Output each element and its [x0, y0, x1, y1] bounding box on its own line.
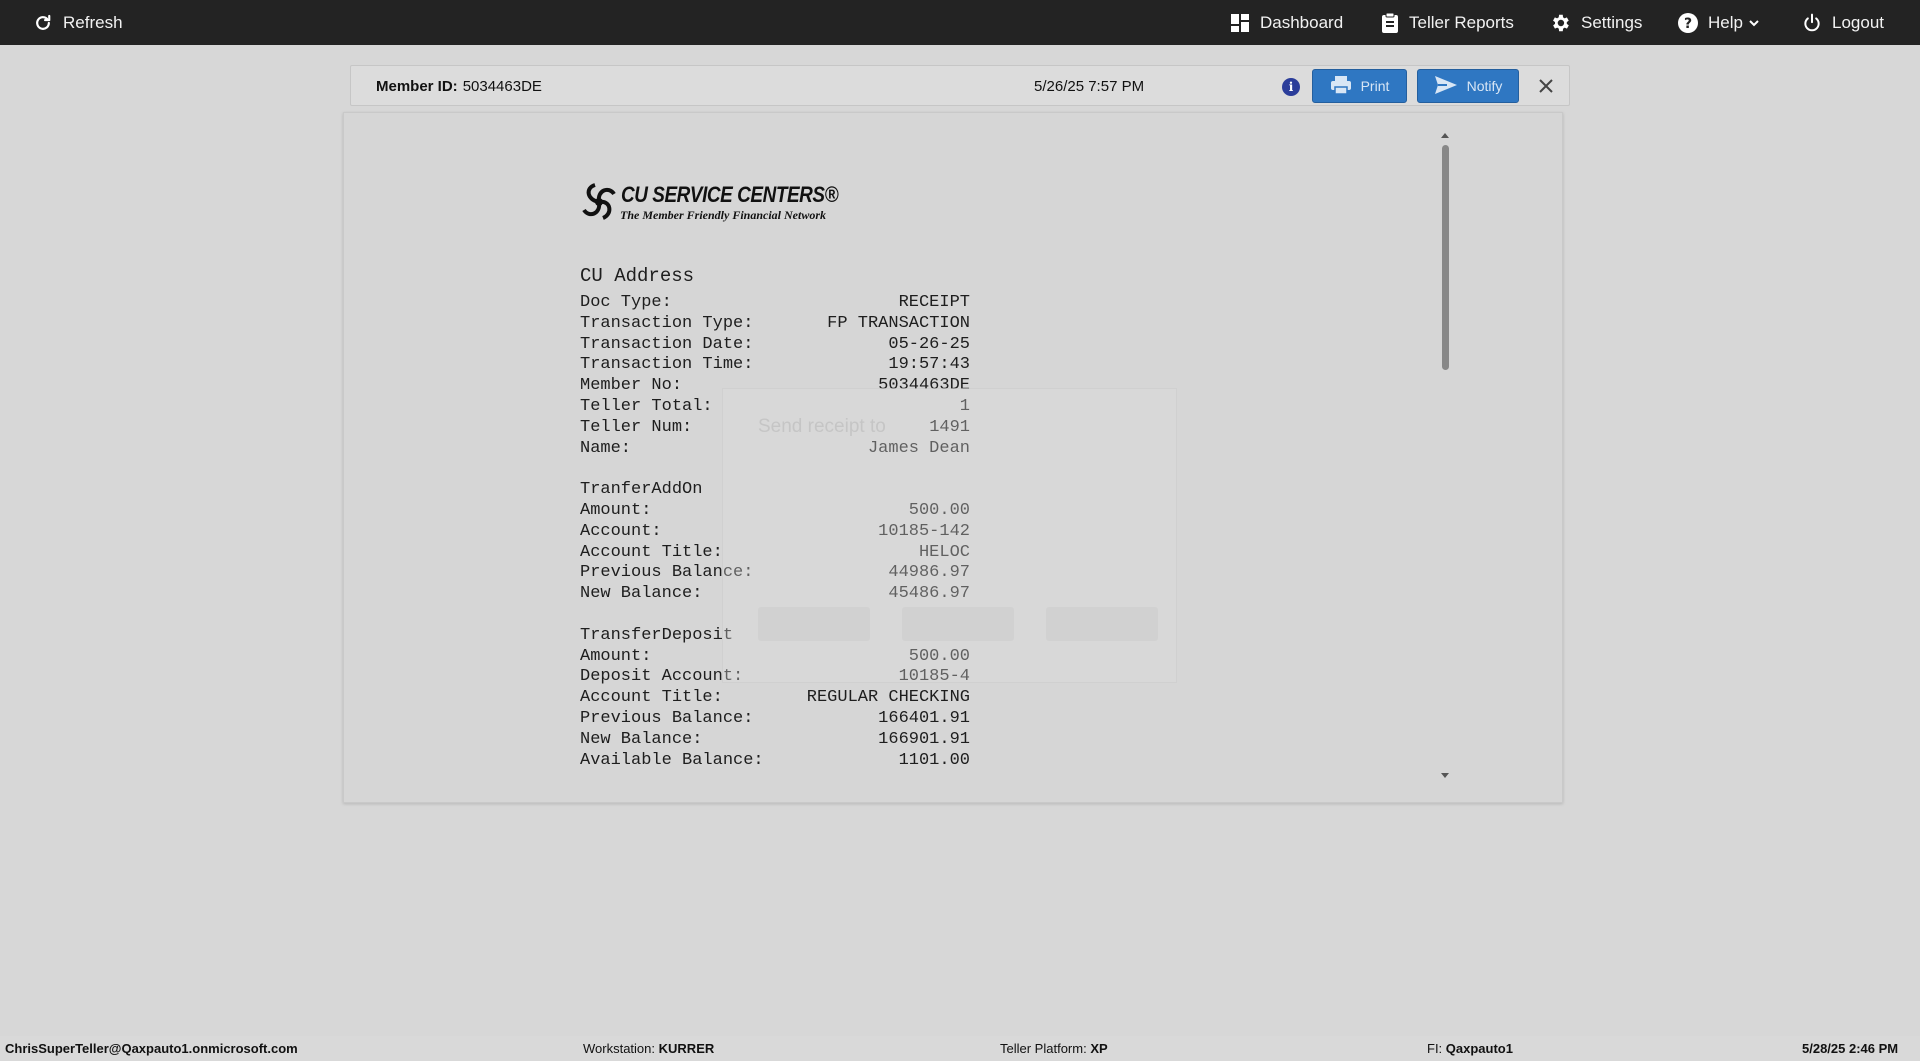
ghost-button: [902, 607, 1014, 641]
logout-label: Logout: [1832, 12, 1884, 32]
status-datetime-value: 5/28/25 2:46 PM: [1802, 1041, 1899, 1056]
cu-service-centers-logo: CU SERVICE CENTERS® The Member Friendly …: [579, 180, 839, 228]
ghost-modal-title: Send receipt to: [758, 416, 886, 437]
logo-subtitle: The Member Friendly Financial Network: [620, 208, 827, 222]
receipt-label: New Balance:: [580, 729, 703, 749]
print-button[interactable]: Print: [1312, 69, 1407, 103]
member-id-value: 5034463DE: [462, 78, 542, 95]
receipt-label: Transaction Type:: [580, 313, 754, 333]
receipt-label: Previous Balance:: [580, 708, 754, 728]
receipt-label: New Balance:: [580, 584, 703, 604]
receipt-row: New Balance: 166901.91: [580, 730, 970, 751]
send-icon: [1434, 75, 1458, 98]
help-icon: ?: [1677, 12, 1699, 34]
refresh-label: Refresh: [63, 12, 123, 32]
receipt-label: Name:: [580, 438, 632, 458]
receipt-row: Doc Type: RECEIPT: [580, 293, 970, 314]
receipt-label: Transaction Time:: [580, 355, 754, 375]
member-id-label: Member ID:: [376, 78, 458, 95]
teller-reports-label: Teller Reports: [1409, 12, 1514, 32]
clipboard-icon: [1381, 12, 1399, 34]
receipt-value: 19:57:43: [888, 355, 970, 375]
receipt-label: Account Title:: [580, 542, 723, 562]
receipt-row: Transaction Type: FP TRANSACTION: [580, 314, 970, 335]
logo-title: CU SERVICE CENTERS®: [621, 182, 839, 207]
receipt-row: Transaction Date: 05-26-25: [580, 335, 970, 356]
status-datetime: 5/28/25 2:46 PM: [1802, 1036, 1898, 1061]
receipt-value: REGULAR CHECKING: [806, 688, 970, 708]
chevron-down-icon: [1748, 17, 1760, 29]
refresh-button[interactable]: Refresh: [33, 0, 123, 45]
member-id: Member ID: 5034463DE: [376, 66, 542, 107]
receipt-row: Previous Balance: 166401.91: [580, 709, 970, 730]
workstation-value: KURRER: [658, 1041, 715, 1056]
nav-teller-reports[interactable]: Teller Reports: [1381, 0, 1514, 45]
dashboard-icon: [1230, 13, 1250, 33]
receipt-label: Account:: [580, 521, 662, 541]
transaction-datetime: 5/26/25 7:57 PM: [1034, 78, 1145, 95]
help-label: Help: [1708, 12, 1743, 32]
printer-icon: [1330, 75, 1352, 98]
receipt-label: Teller Total:: [580, 396, 713, 416]
receipt-label: Transaction Date:: [580, 334, 754, 354]
logo-emblem-icon: [582, 183, 616, 220]
scroll-thumb[interactable]: [1442, 145, 1449, 370]
status-workstation: Workstation: KURRER: [583, 1036, 714, 1061]
status-user: ChrisSuperTeller@Qaxpauto1.onmicrosoft.c…: [5, 1036, 298, 1061]
fi-value: Qaxpauto1: [1445, 1041, 1513, 1056]
status-user-value: ChrisSuperTeller@Qaxpauto1.onmicrosoft.c…: [5, 1041, 298, 1056]
notify-button[interactable]: Notify: [1417, 69, 1519, 103]
receipt-value: 05-26-25: [888, 334, 970, 354]
platform-value: XP: [1090, 1041, 1108, 1056]
receipt-value: 166401.91: [878, 708, 970, 728]
receipt-label: Amount:: [580, 500, 652, 520]
scroll-down-arrow-icon[interactable]: [1441, 773, 1449, 778]
receipt-label: Available Balance:: [580, 750, 764, 770]
print-label: Print: [1360, 78, 1390, 94]
status-bar: ChrisSuperTeller@Qaxpauto1.onmicrosoft.c…: [0, 1036, 1920, 1061]
status-platform: Teller Platform: XP: [1000, 1036, 1108, 1061]
receipt-label: Deposit Account:: [580, 667, 744, 687]
ghost-button: [758, 607, 870, 641]
power-icon: [1802, 13, 1822, 33]
receipt-scrollbar[interactable]: [1438, 133, 1452, 783]
receipt-label: Account Title:: [580, 688, 723, 708]
settings-label: Settings: [1581, 12, 1643, 32]
dashboard-label: Dashboard: [1260, 12, 1344, 32]
receipt-label: Amount:: [580, 646, 652, 666]
svg-text:?: ?: [1684, 16, 1692, 32]
receipt-label: Teller Num:: [580, 417, 693, 437]
member-header: Member ID: 5034463DE 5/26/25 7:57 PM i P…: [350, 65, 1570, 106]
nav-dashboard[interactable]: Dashboard: [1230, 0, 1343, 45]
workstation-label: Workstation:: [583, 1041, 656, 1056]
nav-logout[interactable]: Logout: [1802, 0, 1884, 45]
top-nav-bar: Refresh Dashboard Teller Reports Setting…: [0, 0, 1920, 45]
receipt-label: Doc Type:: [580, 293, 672, 312]
receipt-row: Account Title: REGULAR CHECKING: [580, 688, 970, 709]
receipt-value: 166901.91: [878, 729, 970, 749]
receipt-address: CU Address: [580, 265, 695, 287]
nav-help[interactable]: ? Help: [1677, 0, 1760, 45]
nav-settings[interactable]: Settings: [1549, 0, 1642, 45]
receipt-row: Transaction Time: 19:57:43: [580, 355, 970, 376]
platform-label: Teller Platform:: [1000, 1041, 1087, 1056]
scroll-up-arrow-icon[interactable]: [1441, 133, 1449, 138]
gear-icon: [1549, 12, 1571, 34]
notify-label: Notify: [1466, 78, 1503, 94]
receipt-panel: CU SERVICE CENTERS® The Member Friendly …: [343, 112, 1563, 803]
receipt-value: RECEIPT: [898, 293, 970, 312]
receipt-value: 1101.00: [898, 750, 970, 770]
info-icon[interactable]: i: [1282, 78, 1300, 96]
receipt-row: Available Balance: 1101.00: [580, 751, 970, 772]
fi-label: FI:: [1427, 1041, 1443, 1056]
status-fi: FI: Qaxpauto1: [1427, 1036, 1513, 1061]
ghost-button: [1046, 607, 1158, 641]
refresh-icon: [33, 13, 53, 33]
close-icon[interactable]: [1536, 76, 1556, 96]
receipt-value: FP TRANSACTION: [827, 313, 970, 333]
notify-modal-ghost: Send receipt to: [722, 388, 1177, 683]
receipt-label: Member No:: [580, 376, 683, 396]
